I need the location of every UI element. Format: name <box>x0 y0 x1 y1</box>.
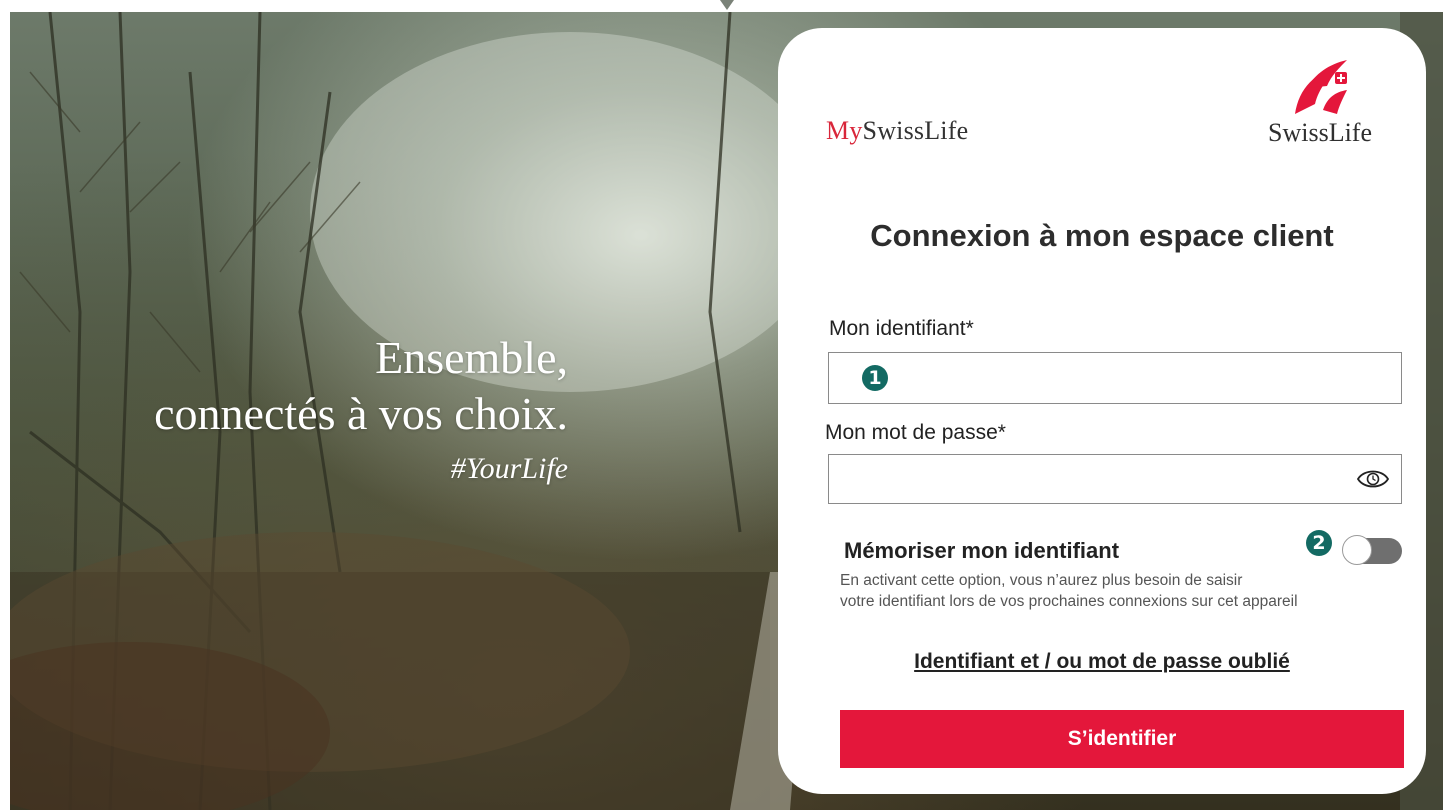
hero-line-2: connectés à vos choix. <box>154 388 568 439</box>
top-notch <box>720 0 734 10</box>
remember-desc-line-1: En activant cette option, vous n’aurez p… <box>840 572 1243 589</box>
submit-button[interactable]: S’identifier <box>840 710 1404 768</box>
remember-title: Mémoriser mon identifiant <box>844 538 1120 563</box>
toggle-knob <box>1342 535 1372 565</box>
step-marker-1: 1 <box>862 365 888 391</box>
remember-description: En activant cette option, vous n’aurez p… <box>840 570 1400 612</box>
identifier-input[interactable] <box>828 352 1402 404</box>
myswisslife-brand: MySwissLife <box>826 116 968 146</box>
hero-tagline: Ensemble, connectés à vos choix. #YourLi… <box>154 330 568 492</box>
identifier-label: Mon identifiant* <box>829 317 974 340</box>
logo-text: SwissLife <box>1268 118 1372 147</box>
swisslife-flag-icon <box>1295 60 1347 114</box>
my-prefix: My <box>826 116 863 145</box>
password-label: Mon mot de passe* <box>825 421 1006 444</box>
remember-desc-line-2: votre identifiant lors de vos prochaines… <box>840 593 1298 610</box>
login-panel: MySwissLife SwissLife Connexion à mon es… <box>778 28 1426 794</box>
step-marker-2: 2 <box>1306 530 1332 556</box>
hero-line-1: Ensemble, <box>375 332 568 383</box>
my-brand-name: SwissLife <box>862 116 969 145</box>
hero-hashtag: #YourLife <box>450 452 568 485</box>
remember-toggle[interactable] <box>1342 535 1402 565</box>
page-title: Connexion à mon espace client <box>870 218 1334 253</box>
show-password-button[interactable] <box>1356 465 1390 493</box>
swisslife-logo: SwissLife <box>1240 58 1400 153</box>
forgot-credentials-link[interactable]: Identifiant et / ou mot de passe oublié <box>778 650 1426 674</box>
eye-icon <box>1356 470 1390 488</box>
password-input[interactable] <box>828 454 1402 504</box>
